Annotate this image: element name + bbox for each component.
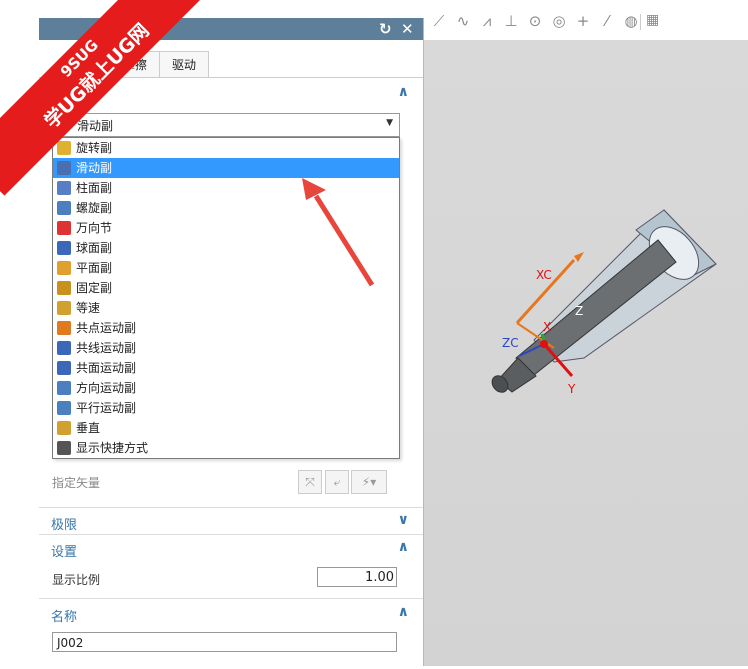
annotation-arrow-head [302, 178, 326, 200]
annotation-overlay [302, 178, 375, 287]
annotation-arrow-shaft [313, 194, 375, 287]
